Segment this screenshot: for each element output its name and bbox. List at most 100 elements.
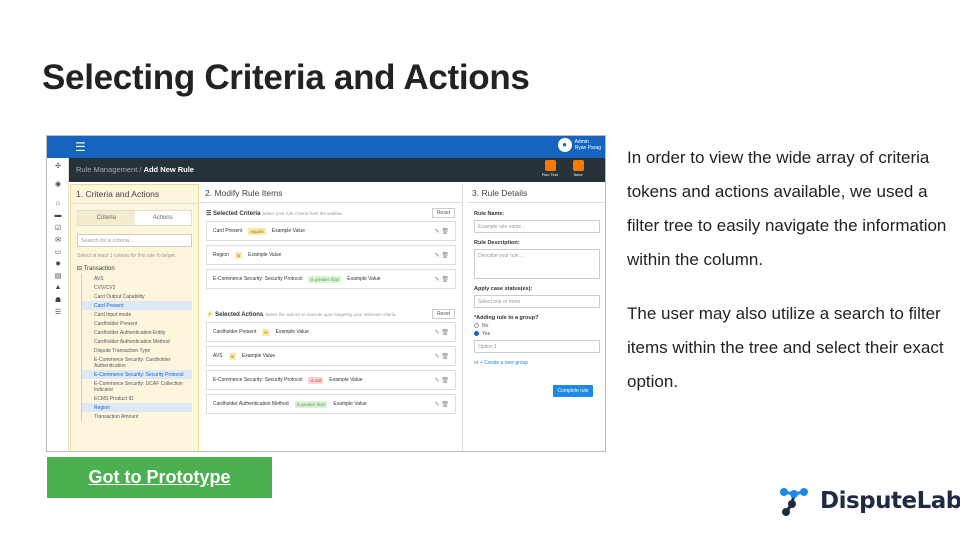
item-value[interactable]: Example Value [329, 377, 362, 383]
rule-item-row[interactable]: Cardholder Present is Example Value ✎ 🗑 [206, 322, 456, 342]
save-button[interactable]: Save [569, 160, 587, 177]
tree-item[interactable]: Cardholder Authentication Method [81, 337, 192, 346]
card-icon[interactable]: ▭ [47, 248, 69, 260]
operator-token[interactable]: is not [308, 376, 324, 384]
complete-rule-button[interactable]: Complete rule [553, 385, 593, 397]
prototype-link[interactable]: Got to Prototype [47, 457, 272, 498]
radio-yes[interactable]: Yes [474, 331, 600, 337]
tree-item[interactable]: CVV/CV2 [81, 283, 192, 292]
rule-item-row[interactable]: Card Present equals Example Value ✎ 🗑 [206, 221, 456, 241]
item-value[interactable]: Example Value [276, 329, 309, 335]
tree-item[interactable]: Cardholder Authentication Entity [81, 328, 192, 337]
item-name: Region [213, 252, 229, 258]
operator-token[interactable]: is [262, 328, 270, 336]
item-value[interactable]: Example Value [347, 276, 380, 282]
tree-item[interactable]: Card Input mode [81, 310, 192, 319]
case-status-label: Apply case status(es): [474, 286, 533, 292]
tree-item[interactable]: Region [81, 403, 192, 412]
app-screenshot: ☰ ● Admin Ryan Parag Rule Management / Ad… [46, 135, 606, 452]
crumb-current: Add New Rule [143, 165, 194, 174]
list-icon[interactable]: ☰ [47, 308, 69, 320]
user-menu[interactable]: ● Admin Ryan Parag [557, 138, 601, 152]
tree-item[interactable]: ECMS Product ID [81, 394, 192, 403]
sidebar: ✣ ◉ ⌂ ▬ ☑ ✉ ▭ ✹ ▤ ▲ ☗ ☰ [47, 158, 69, 451]
tab-criteria[interactable]: Criteria [78, 211, 135, 225]
radio-no[interactable]: No [474, 323, 600, 329]
mail-icon[interactable]: ✉ [47, 236, 69, 248]
reset-button[interactable]: Reset [431, 309, 455, 319]
operator-token[interactable]: is greater than [308, 275, 342, 283]
edit-delete-icons[interactable]: ✎ 🗑 [435, 276, 449, 283]
breadcrumb: Rule Management / Add New Rule [69, 158, 605, 182]
briefcase-icon[interactable]: ▬ [47, 212, 69, 224]
tree-item[interactable]: Cardholder Present [81, 319, 192, 328]
edit-delete-icons[interactable]: ✎ 🗑 [435, 401, 449, 408]
edit-delete-icons[interactable]: ✎ 🗑 [435, 252, 449, 259]
tree-item[interactable]: E-Commerce Security: Security Protocol [81, 370, 192, 379]
menu-icon[interactable]: ☰ [75, 140, 86, 154]
reset-button[interactable]: Reset [431, 208, 455, 218]
tree-item[interactable]: Dispute Transaction Type [81, 346, 192, 355]
warning-icon[interactable]: ▲ [47, 284, 69, 296]
rule-item-row[interactable]: Cardholder Authentication Method is great… [206, 394, 456, 414]
rule-description-input[interactable]: Describe your rule... [474, 249, 600, 279]
rule-item-row[interactable]: E-Commerce Security: Security Protocol is… [206, 269, 456, 289]
operator-token[interactable]: is [234, 251, 243, 259]
users-icon[interactable]: ☗ [47, 296, 69, 308]
case-status-select[interactable]: Select one or more [474, 295, 600, 308]
crumb-parent[interactable]: Rule Management [76, 165, 137, 174]
avatar: ● [557, 138, 572, 152]
rule-description-label: Rule Description: [474, 240, 520, 246]
edit-delete-icons[interactable]: ✎ 🗑 [435, 377, 449, 384]
item-name: Cardholder Authentication Method [213, 401, 289, 407]
file-icon[interactable]: ▤ [47, 272, 69, 284]
filter-tree: ⊟ Transaction AVS CVV/CV2 Card Output Capa… [77, 265, 192, 421]
user-name: Ryan Parag [574, 145, 601, 151]
profile-icon[interactable]: ◉ [47, 180, 69, 192]
tree-root[interactable]: ⊟ Transaction [77, 265, 192, 272]
tree-item[interactable]: E-Commerce Security: UCAF Collection Ind… [81, 379, 192, 394]
slide-title: Selecting Criteria and Actions [42, 58, 530, 97]
criteria-column: 1. Criteria and Actions Criteria Actions … [70, 184, 199, 451]
create-group-link[interactable]: or + Create a new group [474, 360, 600, 366]
tree-item[interactable]: Card Output Capability [81, 292, 192, 301]
disputelab-logo: DisputeLab [778, 484, 960, 518]
home-icon[interactable]: ⌂ [47, 200, 69, 212]
hint-text: Select at least 1 criteria for this rule… [77, 253, 177, 259]
rule-details-column: 3. Rule Details Rule Name: Example rule … [467, 184, 605, 451]
paragraph-2: The user may also utilize a search to fi… [627, 304, 944, 391]
top-bar: ☰ ● Admin Ryan Parag [47, 136, 605, 158]
gear-icon[interactable]: ✹ [47, 260, 69, 272]
operator-token[interactable]: is [228, 352, 236, 360]
item-value[interactable]: Example Value [333, 401, 366, 407]
edit-delete-icons[interactable]: ✎ 🗑 [435, 329, 449, 336]
column-title: 3. Rule Details [467, 184, 605, 203]
selected-actions-header: ⚡ Selected Actions Select the actions to… [200, 309, 462, 319]
edit-delete-icons[interactable]: ✎ 🗑 [435, 353, 449, 360]
tree-item[interactable]: Card Present [81, 301, 192, 310]
tab-actions[interactable]: Actions [135, 211, 192, 225]
item-value[interactable]: Example Value [242, 353, 275, 359]
paragraph-1: In order to view the wide array of crite… [627, 148, 947, 269]
logo-text: DisputeLab [820, 488, 960, 514]
column-title: 2. Modify Rule Items [200, 184, 462, 203]
logo-icon: ✣ [55, 163, 61, 170]
rule-name-input[interactable]: Example rule name... [474, 220, 600, 233]
rule-item-row[interactable]: Region is Example Value ✎ 🗑 [206, 245, 456, 265]
item-value[interactable]: Example Value [248, 252, 281, 258]
rule-item-row[interactable]: AVS is Example Value ✎ 🗑 [206, 346, 456, 366]
tree-item[interactable]: E-Commerce Security: Cardholder Authenti… [81, 355, 192, 370]
rule-item-row[interactable]: E-Commerce Security: Security Protocol is… [206, 370, 456, 390]
edit-delete-icons[interactable]: ✎ 🗑 [435, 228, 449, 235]
group-select[interactable]: Option 1 [474, 340, 600, 353]
check-icon[interactable]: ☑ [47, 224, 69, 236]
tree-item[interactable]: Transaction Amount [81, 412, 192, 421]
run-test-button[interactable]: Run Test [541, 160, 559, 177]
tree-item[interactable]: AVS [81, 274, 192, 283]
operator-token[interactable]: is greater than [294, 400, 328, 408]
item-value[interactable]: Example Value [272, 228, 305, 234]
item-name: Cardholder Present [213, 329, 257, 335]
item-name: E-Commerce Security: Security Protocol [213, 377, 303, 383]
criteria-search-input[interactable]: Search for a criteria... [77, 234, 192, 247]
operator-token[interactable]: equals [248, 227, 266, 235]
